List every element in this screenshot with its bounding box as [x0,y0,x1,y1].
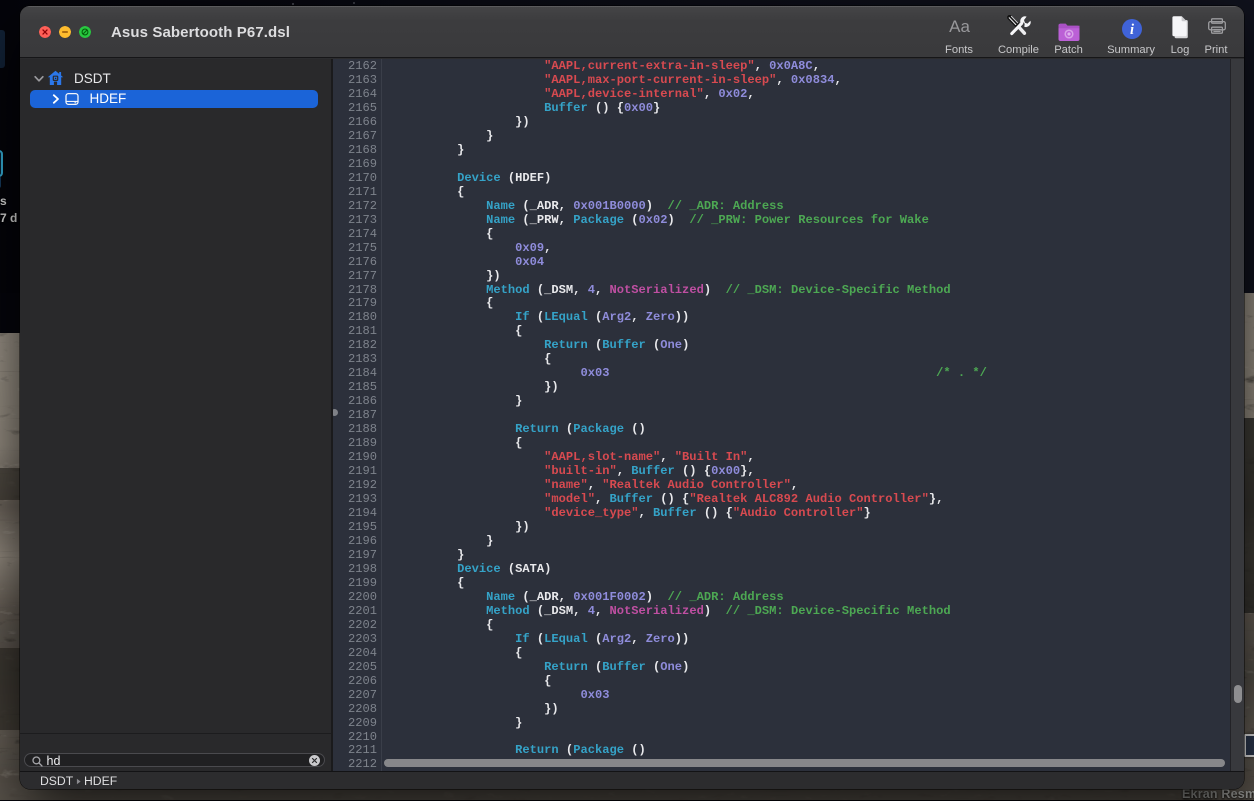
svg-text:i: i [1130,22,1134,38]
